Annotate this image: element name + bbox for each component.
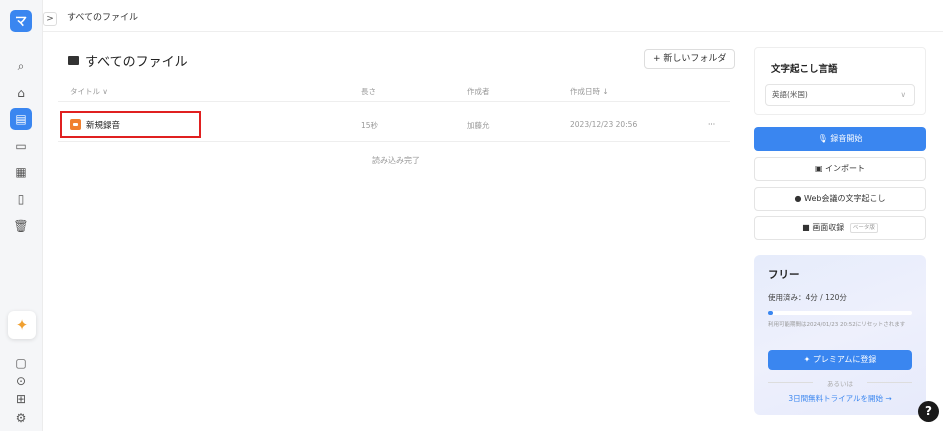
file-name-cell[interactable]: 新規録音 <box>60 111 201 138</box>
sidebar-rail: マ ⌕ ⌂ ▤ ▭ ▦ ▯ 🗑 ✦ ▢ ⊙ ⊞ ⚙ <box>0 0 43 431</box>
language-value: 英語(米国) <box>772 90 808 99</box>
language-select[interactable]: 英語(米国) ∨ <box>765 84 915 106</box>
folder-icon <box>68 56 79 65</box>
help-button[interactable]: ? <box>918 401 939 422</box>
screen-record-button[interactable]: ■ 画面収録 ベータ版 <box>754 216 926 240</box>
import-button[interactable]: ▣ インポート <box>754 157 926 181</box>
file-name: 新規録音 <box>86 120 121 131</box>
new-folder-button[interactable]: + 新しいフォルダ <box>644 49 736 69</box>
table-header: タイトル ∨ 長さ 作成者 作成日時 ↓ <box>58 80 730 102</box>
search-icon[interactable]: ⌕ <box>12 57 30 75</box>
column-length: 長さ <box>361 87 376 96</box>
page-title: すべてのファイル <box>68 51 188 70</box>
document-icon[interactable]: ▯ <box>12 190 30 208</box>
feedback-icon[interactable]: ▢ <box>12 354 30 372</box>
file-length: 15秒 <box>361 121 379 130</box>
calendar-icon[interactable]: ▦ <box>12 163 30 181</box>
upgrade-premium-button[interactable]: ✦ プレミアムに登録 <box>768 350 912 370</box>
usage-text: 使用済み：4分 / 120分 <box>768 293 847 302</box>
ai-sparkle-icon[interactable]: ✦ <box>8 311 36 339</box>
beta-badge: ベータ版 <box>849 222 878 233</box>
web-meeting-transcribe-button[interactable]: ● Web会議の文字起こし <box>754 187 926 211</box>
usage-bar <box>768 311 912 315</box>
language-panel: 文字起こし言語 英語(米国) ∨ <box>754 47 926 115</box>
breadcrumb: すべてのファイル <box>67 13 139 23</box>
top-bar: すべてのファイル <box>43 0 943 32</box>
or-divider: あるいは <box>768 378 912 388</box>
screen-record-label: ■ 画面収録 <box>802 223 845 232</box>
settings-icon[interactable]: ⚙ <box>12 409 30 427</box>
table-row[interactable]: 新規録音 15秒 加藤允 2023/12/23 20:56 ··· <box>58 108 730 142</box>
chevron-down-icon: ∨ <box>900 90 907 99</box>
plan-card: フリー 使用済み：4分 / 120分 利用可能期間は2024/01/23 20:… <box>754 255 926 415</box>
home-icon[interactable]: ⌂ <box>12 84 30 102</box>
file-creator: 加藤允 <box>467 121 490 130</box>
files-icon[interactable]: ▤ <box>10 108 32 130</box>
app-window: マ ⌕ ⌂ ▤ ▭ ▦ ▯ 🗑 ✦ ▢ ⊙ ⊞ ⚙ > すべてのファイル すべて… <box>0 0 943 431</box>
app-logo[interactable]: マ <box>10 10 32 32</box>
folder-icon[interactable]: ▭ <box>12 137 30 155</box>
file-date: 2023/12/23 20:56 <box>570 120 638 129</box>
start-recording-button[interactable]: 🎙 録音開始 <box>754 127 926 151</box>
plan-name: フリー <box>768 269 800 281</box>
usage-bar-fill <box>768 311 773 315</box>
column-title[interactable]: タイトル ∨ <box>70 86 108 97</box>
column-creator: 作成者 <box>467 87 490 96</box>
page-title-text: すべてのファイル <box>85 55 188 70</box>
free-trial-link[interactable]: 3日間無料トライアルを開始 → <box>768 393 912 404</box>
recording-icon <box>70 119 81 130</box>
more-options-icon[interactable]: ··· <box>708 120 715 129</box>
load-status: 読み込み完了 <box>372 156 420 165</box>
gift-icon[interactable]: ⊞ <box>12 390 30 408</box>
column-date[interactable]: 作成日時 ↓ <box>570 86 609 97</box>
trash-icon[interactable]: 🗑 <box>12 217 30 235</box>
reset-note: 利用可能期間は2024/01/23 20:52にリセットされます <box>768 322 906 328</box>
language-heading: 文字起こし言語 <box>771 64 838 75</box>
location-icon[interactable]: ⊙ <box>12 372 30 390</box>
